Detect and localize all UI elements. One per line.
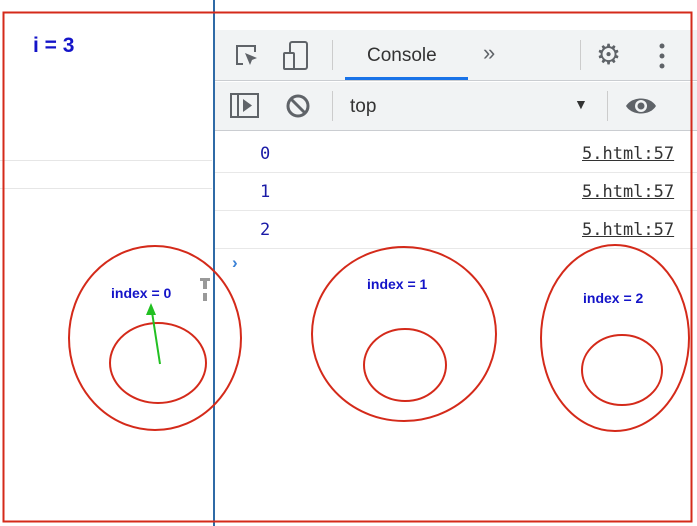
divider <box>0 160 212 161</box>
log-value: 1 <box>260 182 271 202</box>
context-select[interactable]: top ▼ <box>340 82 600 130</box>
source-link[interactable]: 5.html:57 <box>582 220 674 240</box>
eye-icon[interactable] <box>625 95 657 117</box>
inspect-element-icon[interactable] <box>233 42 261 70</box>
separator <box>332 91 333 121</box>
source-link[interactable]: 5.html:57 <box>582 144 674 164</box>
dropdown-arrow-icon: ▼ <box>574 96 588 112</box>
panel-splitter[interactable] <box>213 0 215 526</box>
devtools-panel: Console » ⚙ top ▼ 0 5.html:57 1 5.html:5… <box>215 0 697 526</box>
separator <box>332 40 333 70</box>
arrow-line <box>151 311 161 365</box>
index-label: index = 1 <box>367 276 428 292</box>
tab-label: Console <box>367 45 437 66</box>
console-row: 1 5.html:57 <box>215 172 697 211</box>
index-label: index = 0 <box>111 285 172 301</box>
sidebar-toggle-icon[interactable] <box>230 93 260 119</box>
context-value: top <box>350 96 377 117</box>
resize-marker <box>203 281 207 305</box>
index-label: index = 2 <box>583 290 644 306</box>
source-link[interactable]: 5.html:57 <box>582 182 674 202</box>
console-toolbar: top ▼ <box>215 82 697 131</box>
console-row: 0 5.html:57 <box>215 134 697 173</box>
inner-ellipse <box>109 322 207 404</box>
separator <box>580 40 581 70</box>
log-value: 0 <box>260 144 271 164</box>
console-row: 2 5.html:57 <box>215 210 697 249</box>
divider <box>0 188 212 189</box>
clear-console-icon[interactable] <box>285 93 311 119</box>
device-toolbar-icon[interactable] <box>281 40 311 72</box>
gear-icon[interactable]: ⚙ <box>596 38 621 71</box>
more-options-icon[interactable] <box>658 42 666 70</box>
variable-label: i = 3 <box>33 34 75 57</box>
log-value: 2 <box>260 220 271 240</box>
active-tab-indicator <box>345 77 468 80</box>
arrow-head-icon <box>146 303 156 315</box>
separator <box>607 91 608 121</box>
tab-console[interactable]: Console <box>345 30 468 80</box>
console-prompt-icon[interactable]: › <box>232 253 238 273</box>
devtools-main-toolbar: Console » ⚙ <box>215 30 697 81</box>
more-tabs-icon[interactable]: » <box>483 40 495 66</box>
